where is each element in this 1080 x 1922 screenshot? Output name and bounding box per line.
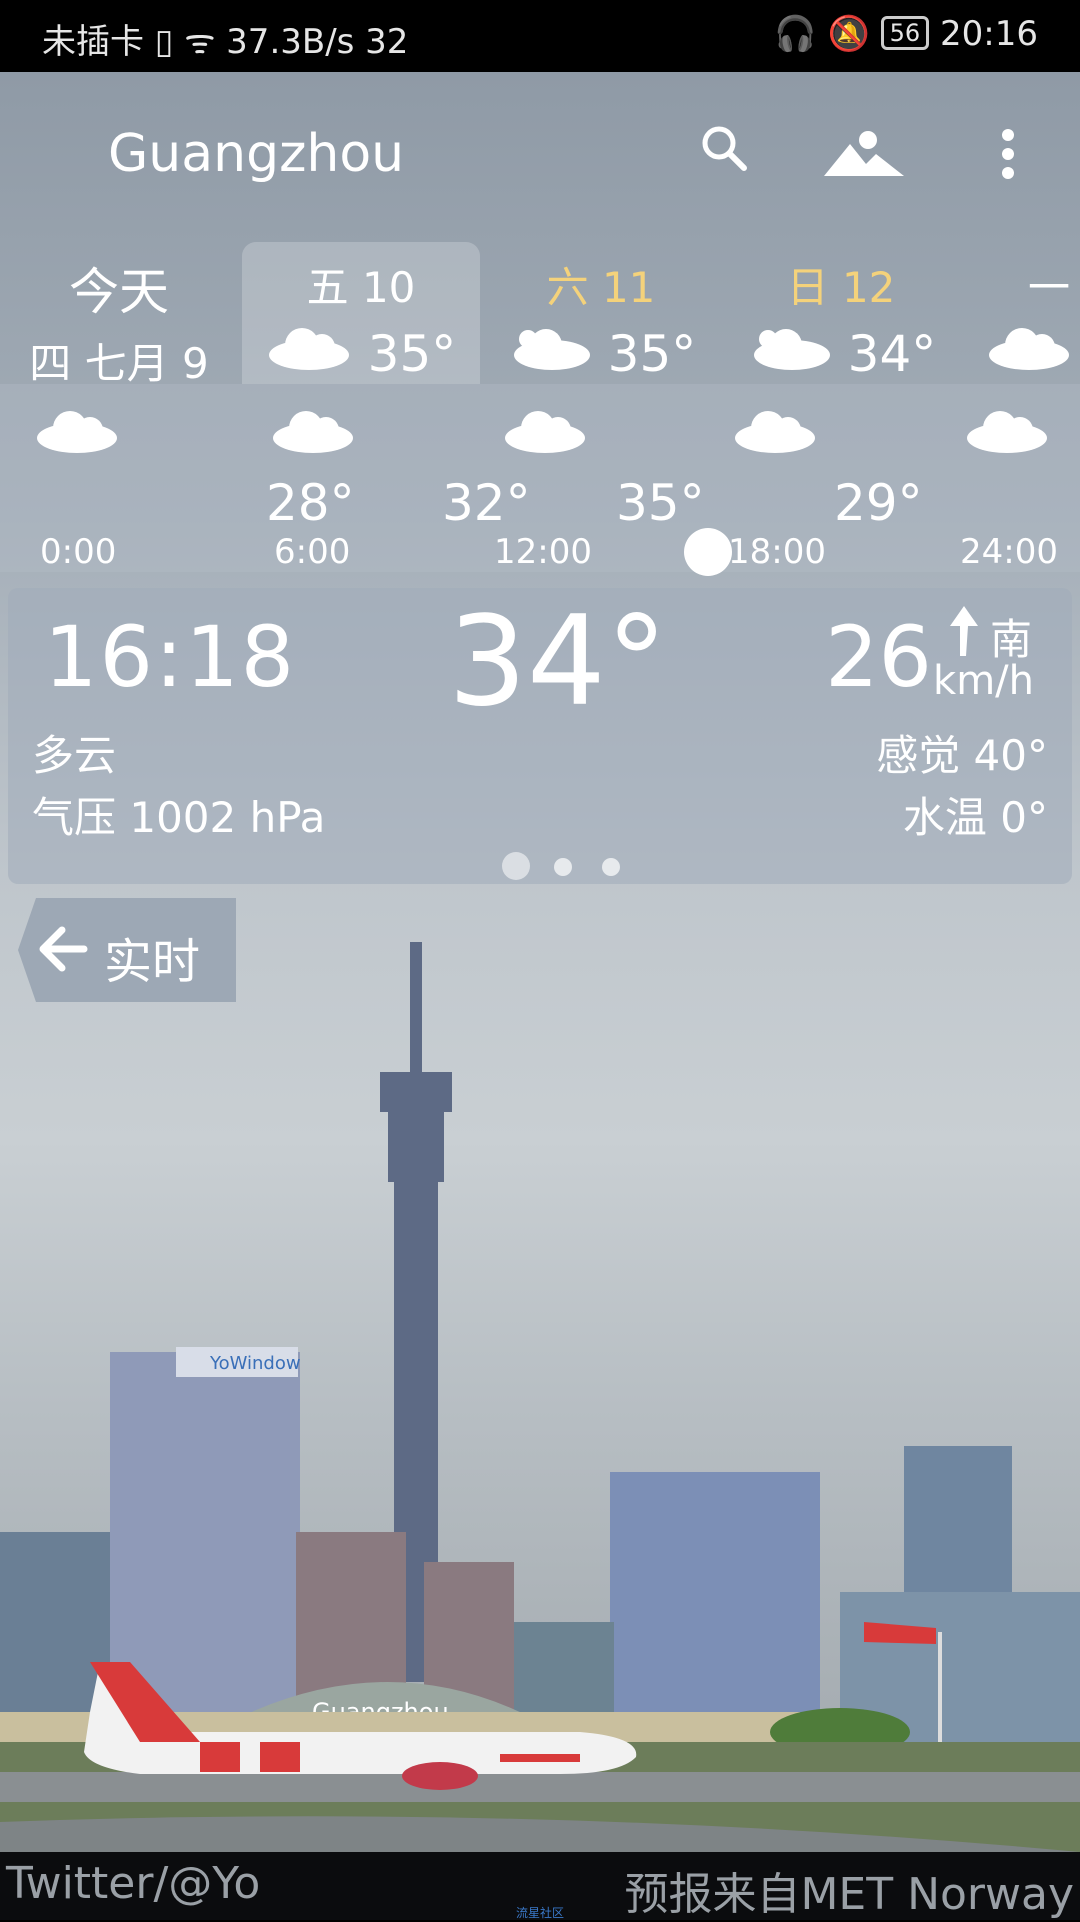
day-fri[interactable]: 五 10 35° — [242, 242, 480, 384]
feels-like: 感觉 40° — [876, 731, 1048, 780]
battery-level: 56 — [880, 15, 930, 50]
wind-unit: km/h — [933, 658, 1034, 704]
headset-icon: 🎧 — [774, 14, 817, 54]
cloud-icon — [967, 411, 1047, 453]
day-name: 日 12 — [786, 263, 896, 312]
hour-temp: 29° — [834, 474, 923, 532]
realtime-button[interactable]: 实时 — [18, 898, 236, 1002]
day-temp: 35° — [607, 325, 697, 383]
day-name: 五 10 — [306, 263, 416, 312]
current-conditions-panel[interactable]: 16:18 34° 26 南 km/h 多云 感觉 40° 气压 1002 hP… — [8, 588, 1072, 884]
day-temp: 35° — [367, 325, 457, 383]
observation-time: 16:18 — [44, 608, 297, 706]
partly-cloudy-icon — [513, 329, 590, 370]
day-forecast: 34° — [722, 323, 960, 383]
billboard-text: YoWindow — [209, 1353, 301, 1374]
watermark-text: 流星社区 — [515, 1906, 564, 1920]
search-icon[interactable] — [700, 124, 748, 176]
day-mon[interactable]: 一 — [984, 242, 1080, 384]
page-dot[interactable] — [602, 858, 620, 876]
page-dot[interactable] — [554, 858, 572, 876]
page-dot-active[interactable] — [502, 852, 530, 880]
day-sun[interactable]: 日 12 34° — [722, 242, 960, 384]
current-temp: 34° — [448, 590, 668, 734]
hour-label: 6:00 — [274, 532, 351, 572]
status-bar: 未插卡 ▯ ᯤ 37.3B/s 32 🎧 🔕 56 20:16 — [0, 0, 1080, 72]
top-bar: Guangzhou — [0, 72, 1080, 222]
day-temp: 34° — [847, 325, 937, 383]
cloud-icon — [735, 411, 815, 453]
hour-temp: 32° — [442, 474, 531, 532]
arrow-left-icon — [39, 926, 88, 972]
city-scene-illustration: YoWindow Guangzhou — [0, 942, 1080, 1852]
cloud-icon — [37, 411, 117, 453]
timeline-handle[interactable] — [684, 528, 732, 576]
day-name: 一 — [1028, 263, 1071, 312]
day-forecast: 35° — [482, 323, 720, 383]
mute-icon: 🔕 — [827, 14, 870, 54]
day-forecast — [984, 323, 1080, 383]
wind-speed: 26 — [825, 608, 932, 706]
twitter-credit[interactable]: Twitter/@Yo — [6, 1858, 260, 1909]
landscape-icon[interactable] — [824, 128, 904, 182]
hour-label: 12:00 — [494, 532, 592, 572]
city-name[interactable]: Guangzhou — [108, 124, 404, 184]
hourly-forecast[interactable]: 28° 32° 35° 29° 0:00 6:00 12:00 18:00 24… — [0, 384, 1080, 572]
status-right: 🎧 🔕 56 20:16 — [774, 14, 1038, 54]
day-name: 六 11 — [546, 263, 656, 312]
hour-temp: 28° — [266, 474, 355, 532]
cloud-icon — [989, 328, 1069, 370]
hour-label: 18:00 — [728, 532, 826, 572]
cloud-icon — [273, 411, 353, 453]
more-vert-icon[interactable] — [1000, 128, 1016, 184]
condition-text: 多云 — [32, 731, 117, 780]
weather-app: Guangzhou 今天 四 七月 9 五 10 35° 六 11 35° 日 … — [0, 72, 1080, 1852]
realtime-label: 实时 — [104, 934, 201, 990]
wind-arrow-icon — [950, 606, 978, 660]
hour-temp: 35° — [616, 474, 705, 532]
day-today[interactable]: 今天 四 七月 9 — [0, 242, 238, 388]
day-name: 今天 — [69, 263, 169, 321]
water-temp: 水温 0° — [902, 793, 1048, 842]
pressure: 气压 1002 hPa — [32, 793, 326, 842]
footer-bar: Twitter/@Yo 预报来自MET Norway 流星社区 — [0, 1852, 1080, 1920]
day-date: 四 七月 9 — [29, 339, 209, 388]
clock: 20:16 — [940, 14, 1038, 54]
hour-label: 0:00 — [40, 532, 117, 572]
hour-label: 24:00 — [960, 532, 1058, 572]
status-left: 未插卡 ▯ ᯤ 37.3B/s 32 — [42, 22, 409, 62]
day-forecast: 35° — [242, 323, 480, 383]
partly-cloudy-icon — [753, 329, 830, 370]
cloud-icon — [505, 411, 585, 453]
cloud-icon — [268, 328, 349, 370]
day-sat[interactable]: 六 11 35° — [482, 242, 720, 384]
